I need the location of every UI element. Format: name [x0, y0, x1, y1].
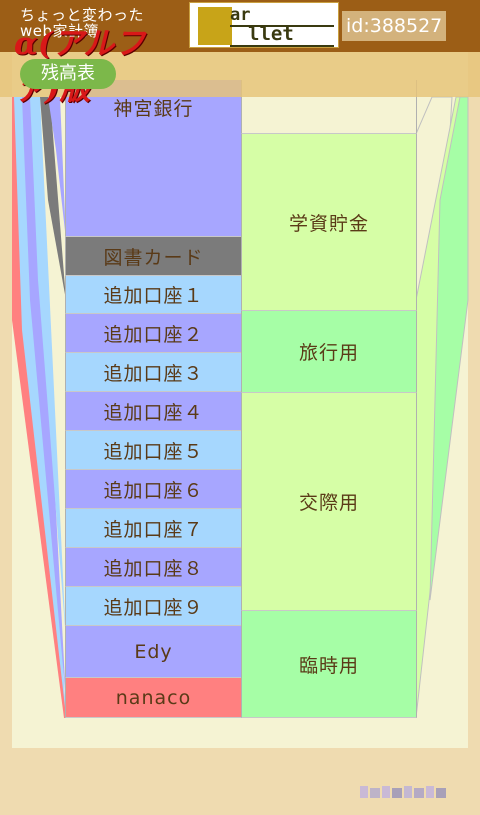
account-cell-edy[interactable]: Edy: [65, 626, 242, 678]
account-cell-extra-6[interactable]: 追加口座６: [65, 470, 242, 509]
app-logo[interactable]: ちょっと変わった web家計簿 α(アルファ)版: [14, 4, 186, 107]
parllet-p-mark: [198, 7, 232, 45]
footer-logo: [360, 784, 452, 802]
fund-cell-travel[interactable]: 旅行用: [241, 311, 417, 393]
account-cell-extra-2[interactable]: 追加口座２: [65, 314, 242, 353]
fund-cell-education-savings[interactable]: 学資貯金: [241, 134, 417, 311]
account-cell-nanaco[interactable]: nanaco: [65, 678, 242, 718]
parllet-text-top: ar: [230, 5, 251, 25]
account-cell-book-card[interactable]: 図書カード: [65, 237, 242, 276]
account-cell-extra-5[interactable]: 追加口座５: [65, 431, 242, 470]
account-cell-extra-8[interactable]: 追加口座８: [65, 548, 242, 587]
parllet-text-bottom: llet: [248, 23, 294, 45]
account-cell-extra-9[interactable]: 追加口座９: [65, 587, 242, 626]
user-id-label: id:388527: [342, 11, 447, 41]
tab-balance-sheet[interactable]: 残高表: [20, 59, 116, 89]
account-cell-extra-4[interactable]: 追加口座４: [65, 392, 242, 431]
account-cell-extra-1[interactable]: 追加口座１: [65, 276, 242, 314]
account-cell-extra-7[interactable]: 追加口座７: [65, 509, 242, 548]
fund-cell-emergency[interactable]: 臨時用: [241, 611, 417, 718]
parllet-logo[interactable]: ar llet: [189, 2, 339, 48]
account-cell-extra-3[interactable]: 追加口座３: [65, 353, 242, 392]
parllet-line-2: [230, 45, 334, 47]
fund-cell-social[interactable]: 交際用: [241, 393, 417, 611]
